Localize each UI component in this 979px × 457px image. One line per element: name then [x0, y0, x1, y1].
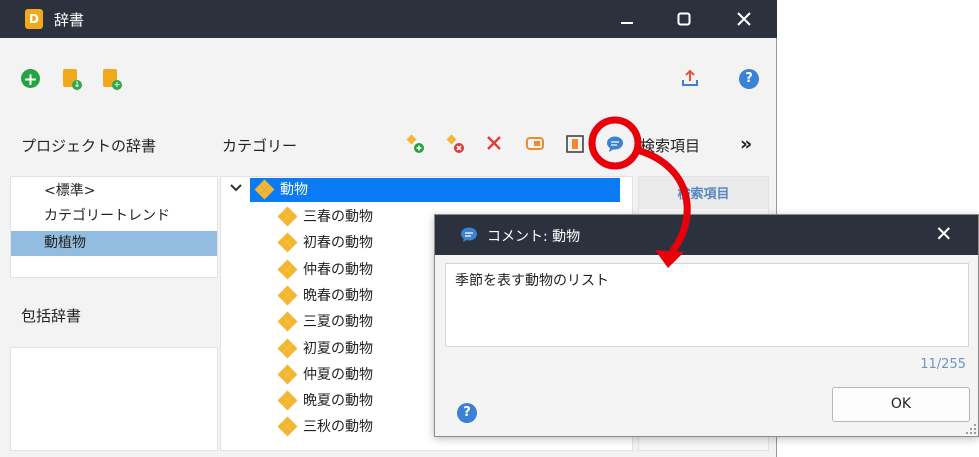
- list-item[interactable]: 動植物: [11, 231, 217, 256]
- search-items-label: 検索項目: [640, 137, 701, 155]
- export-button[interactable]: [680, 68, 702, 90]
- tree-item-label: 晩春の動物: [303, 287, 373, 304]
- tree-item[interactable]: 三夏の動物: [277, 309, 373, 335]
- add-category-icon: [406, 134, 424, 153]
- inclusive-dictionary-label: 包括辞書: [21, 307, 82, 325]
- inclusive-dictionary-list: [10, 347, 218, 451]
- list-item[interactable]: カテゴリートレンド: [11, 204, 217, 229]
- category-icon: [277, 390, 298, 411]
- dialog-title: コメント: 動物: [487, 229, 581, 245]
- search-items-header: 検索項目: [639, 177, 768, 209]
- color-icon: [566, 135, 584, 153]
- import-dictionary-button[interactable]: ↓: [63, 69, 85, 91]
- add-button[interactable]: +: [21, 69, 43, 91]
- rename-button[interactable]: [525, 134, 545, 154]
- export-icon: [682, 69, 698, 86]
- category-icon: [277, 206, 298, 227]
- dialog-help-icon[interactable]: ?: [457, 403, 477, 423]
- tree-item-label: 三夏の動物: [303, 314, 373, 331]
- tree-root-label: 動物: [280, 182, 308, 198]
- close-icon: [737, 12, 751, 26]
- rename-icon: [526, 137, 544, 150]
- delete-button[interactable]: [485, 134, 505, 154]
- category-icon: [277, 285, 298, 306]
- tree-item-label: 三秋の動物: [303, 419, 373, 436]
- comment-button[interactable]: [605, 134, 625, 154]
- minimize-button[interactable]: [597, 0, 657, 38]
- comment-icon: [461, 227, 477, 242]
- comment-icon: [607, 136, 623, 152]
- category-icon: [254, 179, 275, 200]
- new-dictionary-icon: +: [103, 69, 122, 90]
- add-category-button[interactable]: [405, 134, 425, 154]
- category-label: カテゴリー: [222, 137, 298, 155]
- tree-item[interactable]: 仲春の動物: [277, 257, 373, 283]
- tree-item[interactable]: 晩夏の動物: [277, 388, 373, 414]
- overflow-button[interactable]: »: [740, 133, 752, 155]
- resize-grip-icon[interactable]: [965, 423, 977, 435]
- color-button[interactable]: [565, 134, 585, 154]
- tree-item[interactable]: 三秋の動物: [277, 414, 373, 440]
- comment-dialog: コメント: 動物 ✕ 季節を表す動物のリスト 11/255 ? OK: [434, 214, 979, 437]
- minimize-icon: [621, 22, 633, 24]
- tree-item-label: 仲春の動物: [303, 261, 373, 278]
- category-icon: [277, 232, 298, 253]
- tree-item-label: 三春の動物: [303, 209, 373, 225]
- project-dictionary-label: プロジェクトの辞書: [21, 137, 157, 155]
- tree-item[interactable]: 仲夏の動物: [277, 362, 373, 388]
- new-dictionary-button[interactable]: +: [103, 69, 125, 91]
- delete-icon: [487, 136, 501, 150]
- remove-category-button[interactable]: [445, 134, 465, 154]
- ok-button[interactable]: OK: [832, 387, 970, 422]
- collapse-toggle[interactable]: [229, 177, 243, 203]
- tree-item-label: 初春の動物: [303, 235, 373, 252]
- help-button[interactable]: ?: [739, 69, 761, 91]
- project-dictionary-list: <標準> カテゴリートレンド 動植物: [10, 176, 218, 278]
- character-counter: 11/255: [920, 357, 966, 372]
- list-item[interactable]: <標準>: [11, 179, 217, 204]
- maximize-button[interactable]: [654, 0, 714, 38]
- dialog-close-button[interactable]: ✕: [935, 222, 953, 246]
- category-icon: [277, 311, 298, 332]
- help-icon: ?: [739, 69, 759, 89]
- tree-item[interactable]: 晩春の動物: [277, 283, 373, 309]
- tree-item[interactable]: 三春の動物: [277, 204, 373, 230]
- chevron-down-icon: [230, 184, 242, 192]
- tree-item[interactable]: 初夏の動物: [277, 336, 373, 362]
- tree-item-label: 晩夏の動物: [303, 393, 373, 410]
- tree-root-item[interactable]: 動物: [250, 178, 620, 202]
- close-button[interactable]: [714, 0, 774, 38]
- tree-item-label: 仲夏の動物: [303, 366, 373, 383]
- category-icon: [277, 416, 298, 437]
- tree-item-label: 初夏の動物: [303, 340, 373, 357]
- list-item-label: <標準>: [44, 183, 96, 199]
- category-icon: [277, 364, 298, 385]
- category-icon: [277, 259, 298, 280]
- category-icon: [277, 338, 298, 358]
- import-dictionary-icon: ↓: [63, 69, 82, 90]
- comment-textarea[interactable]: 季節を表す動物のリスト: [445, 263, 969, 347]
- app-icon: D: [25, 9, 43, 29]
- maximize-icon: [677, 12, 691, 26]
- list-item-label: 動植物: [44, 235, 86, 251]
- window-title: 辞書: [54, 11, 85, 29]
- list-item-label: カテゴリートレンド: [44, 208, 170, 224]
- dialog-title-bar: コメント: 動物 ✕: [435, 215, 978, 255]
- tree-item[interactable]: 初春の動物: [277, 230, 373, 256]
- remove-category-icon: [446, 134, 464, 153]
- add-icon: +: [21, 69, 40, 90]
- title-bar: D 辞書: [0, 0, 777, 38]
